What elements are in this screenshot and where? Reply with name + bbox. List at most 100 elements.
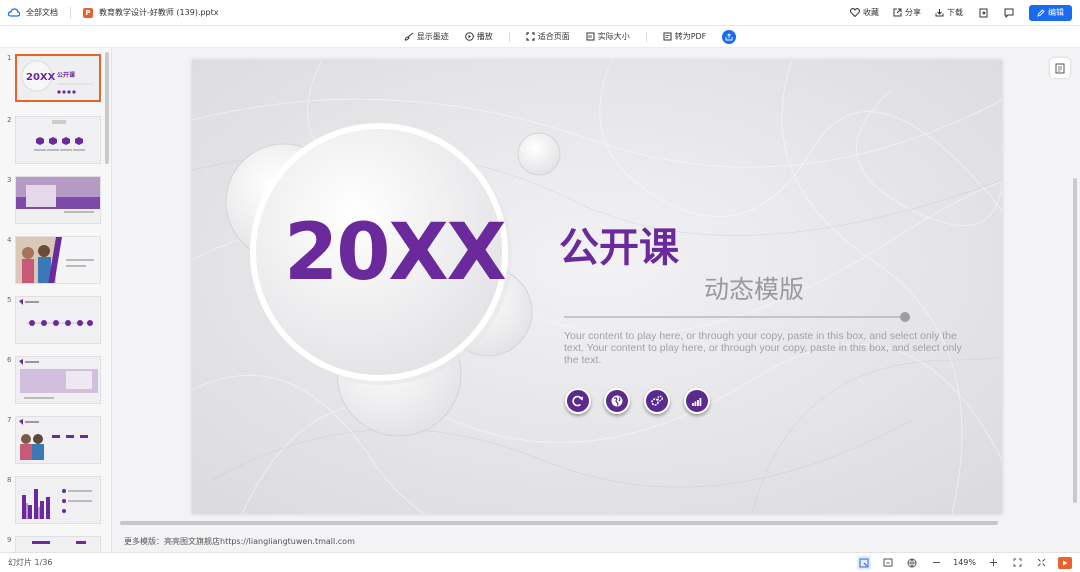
show-ink-label: 显示墨迹 <box>416 32 449 41</box>
download-button[interactable]: 下载 <box>935 7 963 18</box>
thumbnail-number: 3 <box>7 176 12 184</box>
comment-button[interactable] <box>1003 7 1015 19</box>
brush-icon <box>404 32 414 41</box>
thumbnail-row[interactable]: 1 20XX 公开课 <box>0 54 108 104</box>
download-icon <box>935 9 944 17</box>
minus-icon <box>932 562 940 563</box>
fit-window-icon <box>1013 558 1021 567</box>
status-bar: 幻灯片 1/36 149% <box>0 552 1080 572</box>
top-bar: 全部文档 P 教育教学设计-好教师 (139).pptx 收藏 分享 下载 编辑 <box>0 0 1080 26</box>
thumbnail-slide-9[interactable] <box>15 536 101 552</box>
thumbnail-slide-8[interactable] <box>15 476 101 524</box>
slide-counter: 幻灯片 1/36 <box>8 558 53 567</box>
slide-body-text: Your content to play here, or through yo… <box>564 330 962 366</box>
all-docs-link[interactable]: 全部文档 <box>26 7 58 18</box>
share-icon <box>893 8 902 17</box>
document-icon <box>1055 63 1065 73</box>
favorite-button[interactable]: 收藏 <box>850 7 879 18</box>
thumbnail-title: 公开课 <box>57 71 76 79</box>
slide-viewer: 20XX 公开课 动态模版 Your content to play here,… <box>112 48 1080 552</box>
template-source-note: 更多模版：亮亮图文旗舰店https://liangliangtuwen.tmal… <box>124 537 355 546</box>
share-button[interactable]: 分享 <box>893 7 921 18</box>
thumbnail-number: 5 <box>7 296 12 304</box>
slide-canvas: 20XX 公开课 动态模版 Your content to play here,… <box>192 60 1002 514</box>
play-icon <box>1063 560 1068 565</box>
globe-icon <box>604 388 630 414</box>
thumbnail-slide-1[interactable]: 20XX 公开课 <box>15 54 101 102</box>
thumbnail-row[interactable]: 8 <box>0 476 108 526</box>
edit-button[interactable]: 编辑 <box>1029 4 1072 21</box>
thumbnail-number: 7 <box>7 416 12 424</box>
edit-label: 编辑 <box>1048 8 1064 17</box>
web-view-button[interactable] <box>905 556 919 570</box>
thumbnail-row[interactable]: 6 <box>0 356 108 406</box>
thumbnail-number: 8 <box>7 476 12 484</box>
thumbnail-slide-5[interactable] <box>15 296 101 344</box>
slideshow-play-button[interactable] <box>1058 556 1072 569</box>
export-icon <box>979 8 987 17</box>
thumbnail-number: 9 <box>7 536 12 544</box>
thumbnail-row[interactable]: 4 <box>0 236 108 286</box>
show-ink-button[interactable]: 显示墨迹 <box>404 31 449 42</box>
fit-page-button[interactable]: 适合页面 <box>526 31 570 42</box>
file-name: 教育教学设计-好教师 (139).pptx <box>99 8 219 17</box>
play-button[interactable]: 播放 <box>464 31 493 42</box>
thumbnail-row[interactable]: 9 <box>0 536 108 552</box>
thumbnail-row[interactable]: 3 <box>0 176 108 226</box>
zoom-level[interactable]: 149% <box>953 558 976 567</box>
refresh-icon <box>565 388 591 414</box>
convert-pdf-button[interactable]: 转为PDF <box>663 31 707 42</box>
zoom-out-button[interactable] <box>929 556 943 570</box>
thumbnail-row[interactable]: 5 <box>0 296 108 346</box>
favorite-label: 收藏 <box>863 8 879 17</box>
comment-icon <box>1004 8 1014 18</box>
thumbnail-row[interactable]: 7 <box>0 416 108 466</box>
play-label: 播放 <box>476 32 493 41</box>
toolbar-divider <box>508 31 510 42</box>
convert-pdf-label: 转为PDF <box>674 32 707 41</box>
share-arrow-icon <box>725 32 733 40</box>
thumbnail-slide-7[interactable] <box>15 416 101 464</box>
pptx-file-icon: P <box>83 7 93 18</box>
slide-view-icon <box>883 558 893 567</box>
export-button[interactable] <box>977 7 989 19</box>
fit-page-icon <box>526 32 535 41</box>
select-view-icon <box>859 558 869 567</box>
download-label: 下载 <box>947 8 963 17</box>
fit-window-button[interactable] <box>1010 556 1024 570</box>
thumbnail-slide-6[interactable] <box>15 356 101 404</box>
thumbnail-slide-3[interactable] <box>15 176 101 224</box>
thumbnail-number: 6 <box>7 356 12 364</box>
quick-share-button[interactable] <box>722 29 737 44</box>
actual-size-icon <box>586 32 595 41</box>
gears-icon <box>644 388 670 414</box>
notes-panel-button[interactable] <box>1050 58 1070 78</box>
thumbnail-slide-4[interactable] <box>15 236 101 284</box>
horizontal-scrollbar[interactable] <box>120 521 998 525</box>
thumbnail-slide-2[interactable] <box>15 116 101 164</box>
normal-view-button[interactable] <box>857 555 872 570</box>
slide-subtitle: 动态模版 <box>704 275 805 304</box>
slide-thumbnail-panel: 1 20XX 公开课 2 3 4 5 6 7 8 9 <box>0 48 112 552</box>
divider <box>70 6 71 19</box>
cloud-icon[interactable] <box>8 8 20 17</box>
plus-icon <box>989 559 997 566</box>
notes-view-button[interactable] <box>881 556 895 570</box>
thumbnail-number: 1 <box>7 54 12 62</box>
slide-main-title: 公开课 <box>559 225 679 271</box>
actual-size-label: 实际大小 <box>597 32 630 41</box>
thumbnail-number: 4 <box>7 236 12 244</box>
pdf-icon <box>663 32 672 41</box>
vertical-scrollbar[interactable] <box>1073 178 1077 503</box>
actual-size-button[interactable]: 实际大小 <box>586 31 630 42</box>
slide-year-title: 20XX <box>284 208 507 298</box>
fullscreen-button[interactable] <box>1034 556 1048 570</box>
toolbar-divider <box>645 31 647 42</box>
thumbnail-number: 2 <box>7 116 12 124</box>
heart-icon <box>850 8 860 17</box>
pencil-icon <box>1037 8 1045 17</box>
play-circle-icon <box>464 32 474 41</box>
zoom-in-button[interactable] <box>986 556 1000 570</box>
thumbnail-row[interactable]: 2 <box>0 116 108 166</box>
share-label: 分享 <box>905 8 921 17</box>
